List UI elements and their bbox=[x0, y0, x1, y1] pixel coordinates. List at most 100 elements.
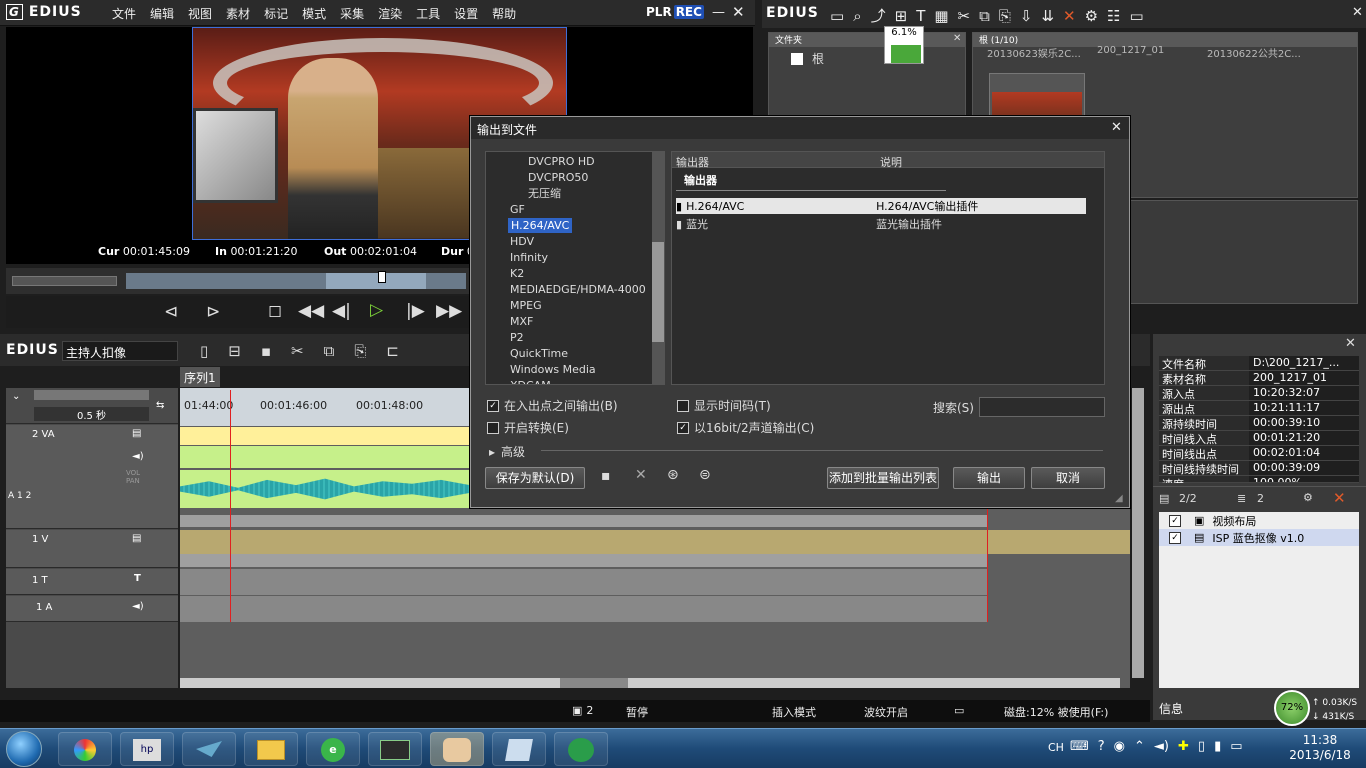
taskbar-explorer[interactable] bbox=[244, 732, 298, 766]
import-preset-icon[interactable]: ⊛ bbox=[667, 467, 679, 483]
rewind-icon[interactable]: ◀◀ bbox=[298, 301, 324, 321]
speaker-icon[interactable]: ◄) bbox=[132, 451, 144, 462]
expand-icon[interactable]: ⌄ bbox=[12, 391, 20, 402]
prev-frame-icon[interactable]: ◀| bbox=[332, 301, 351, 321]
search-icon[interactable]: ⌕ bbox=[853, 7, 861, 25]
clip-2va-audio-band[interactable] bbox=[180, 446, 470, 468]
status-screen-icon[interactable]: ▭ bbox=[954, 704, 964, 717]
insert-icon[interactable]: ⇊ bbox=[1041, 7, 1054, 25]
taskbar-notes[interactable] bbox=[492, 732, 546, 766]
lane-1a[interactable] bbox=[180, 596, 988, 622]
col-description[interactable]: 说明 bbox=[880, 154, 902, 170]
tree-item-selected[interactable]: H.264/AVC bbox=[508, 218, 573, 233]
tree-item[interactable]: DVCPRO50 bbox=[486, 170, 654, 186]
taskbar-hp[interactable]: hp bbox=[120, 732, 174, 766]
sync-icon[interactable]: ⇆ bbox=[156, 400, 164, 411]
delete-icon[interactable]: ✕ bbox=[1063, 7, 1076, 25]
bin-menu-icon[interactable]: ▭ bbox=[1130, 7, 1144, 25]
tree-item[interactable]: MEDIAEDGE/HDMA-4000 bbox=[486, 282, 654, 298]
tray-app-icon[interactable]: ◉ bbox=[1114, 739, 1125, 754]
add-batch-button[interactable]: 添加到批量输出列表 bbox=[827, 467, 939, 489]
horizontal-scrollbar[interactable] bbox=[180, 678, 1120, 688]
menu-help[interactable]: 帮助 bbox=[492, 5, 516, 22]
exporter-row-bluray[interactable]: ▮ 蓝光 蓝光输出插件 bbox=[676, 216, 1086, 232]
tree-item[interactable]: XDCAM bbox=[486, 378, 654, 384]
status-ripple[interactable]: 波纹开启 bbox=[864, 704, 908, 720]
folder-root[interactable]: 根 bbox=[791, 50, 824, 67]
tray-expand-icon[interactable]: ⌃ bbox=[1134, 739, 1145, 754]
speaker-icon[interactable]: ◄) bbox=[132, 601, 144, 612]
ime-indicator[interactable]: CH bbox=[1048, 741, 1064, 754]
col-exporter[interactable]: 输出器 bbox=[676, 154, 709, 170]
properties-icon[interactable]: ⚙ bbox=[1085, 7, 1098, 25]
tree-item[interactable]: MXF bbox=[486, 314, 654, 330]
export-button[interactable]: 输出 bbox=[953, 467, 1025, 489]
track-1t[interactable]: 1 T T bbox=[6, 569, 178, 595]
info-close-icon[interactable]: ✕ bbox=[1345, 336, 1356, 351]
next-frame-icon[interactable]: |▶ bbox=[406, 301, 425, 321]
security-icon[interactable]: ✚ bbox=[1178, 739, 1189, 754]
set-in-icon[interactable]: ⊲ bbox=[164, 302, 178, 322]
color-bar-icon[interactable]: ▦ bbox=[934, 7, 948, 25]
tree-item[interactable]: Infinity bbox=[486, 250, 654, 266]
close-icon[interactable]: ✕ bbox=[732, 3, 745, 21]
taskbar-app-1[interactable] bbox=[58, 732, 112, 766]
paste-icon[interactable]: ⎘ bbox=[354, 342, 366, 360]
volume-icon[interactable]: ◄) bbox=[1154, 739, 1169, 754]
timeline-cursor[interactable] bbox=[230, 390, 231, 622]
set-out-icon[interactable]: ⊳ bbox=[206, 302, 220, 322]
taskbar-edius[interactable] bbox=[368, 732, 422, 766]
fast-forward-icon[interactable]: ▶▶ bbox=[436, 301, 462, 321]
menu-settings[interactable]: 设置 bbox=[454, 5, 478, 22]
tree-item[interactable]: MPEG bbox=[486, 298, 654, 314]
menu-file[interactable]: 文件 bbox=[112, 5, 136, 22]
clip-2va-waveform[interactable] bbox=[180, 470, 470, 508]
vertical-scrollbar[interactable] bbox=[1132, 388, 1144, 678]
menu-view[interactable]: 视图 bbox=[188, 5, 212, 22]
help-icon[interactable]: ? bbox=[1098, 739, 1105, 754]
mode-icon[interactable]: ⊏ bbox=[386, 342, 399, 360]
tree-item[interactable]: K2 bbox=[486, 266, 654, 282]
tree-item[interactable]: HDV bbox=[486, 234, 654, 250]
usb-icon[interactable]: ▯ bbox=[1198, 739, 1205, 754]
export-preset-icon[interactable]: ⊜ bbox=[699, 467, 711, 483]
advanced-toggle[interactable]: ▸ 高级 bbox=[489, 443, 525, 460]
folder-close-icon[interactable]: ✕ bbox=[953, 33, 961, 44]
taskbar-network[interactable] bbox=[554, 732, 608, 766]
shuttle-slider[interactable] bbox=[12, 276, 117, 286]
track-1a[interactable]: 1 A ◄) bbox=[6, 596, 178, 622]
menu-clip[interactable]: 素材 bbox=[226, 5, 250, 22]
zoom-slider[interactable] bbox=[34, 390, 149, 400]
clip-label-1[interactable]: 20130623娱乐2C... bbox=[987, 45, 1081, 60]
opt-convert[interactable]: 开启转换(E) bbox=[487, 419, 569, 436]
battery-icon[interactable]: ▭ bbox=[1230, 739, 1242, 754]
opt-inout[interactable]: ✓ 在入出点之间输出(B) bbox=[487, 397, 618, 414]
copy-icon[interactable]: ⧉ bbox=[979, 7, 990, 25]
menu-mode[interactable]: 模式 bbox=[302, 5, 326, 22]
add-clip-icon[interactable]: ⊞ bbox=[895, 7, 908, 25]
cut-icon[interactable]: ✂ bbox=[958, 7, 971, 25]
clip-2va-video[interactable] bbox=[180, 427, 470, 445]
exporter-row-h264[interactable]: ▮ H.264/AVC H.264/AVC输出插件 bbox=[676, 198, 1086, 214]
new-sequence-icon[interactable]: ▯ bbox=[200, 342, 208, 360]
video-track-icon[interactable]: ▤ bbox=[132, 533, 141, 544]
zoom-level[interactable]: 0.5 秒 bbox=[34, 407, 149, 422]
tree-item[interactable]: DVCPRO HD bbox=[486, 154, 654, 170]
up-icon[interactable]: ⤴ bbox=[871, 5, 886, 26]
opt-16bit[interactable]: ✓ 以16bit/2声道输出(C) bbox=[677, 419, 814, 436]
tree-scrollbar[interactable] bbox=[652, 152, 664, 384]
bin-close-icon[interactable]: ✕ bbox=[1352, 5, 1363, 20]
tree-item[interactable]: GF bbox=[486, 202, 654, 218]
tree-item[interactable]: 无压缩 bbox=[486, 186, 654, 202]
search-input[interactable] bbox=[979, 397, 1105, 417]
tree-item[interactable]: QuickTime bbox=[486, 346, 654, 362]
effect-settings-icon[interactable]: ⚙ bbox=[1303, 491, 1313, 504]
open-icon[interactable]: ⊟ bbox=[228, 342, 241, 360]
menu-edit[interactable]: 编辑 bbox=[150, 5, 174, 22]
opt-timecode[interactable]: 显示时间码(T) bbox=[677, 397, 771, 414]
start-button[interactable] bbox=[6, 731, 42, 767]
clip-label-2[interactable]: 200_1217_01 bbox=[1097, 45, 1164, 56]
menu-marker[interactable]: 标记 bbox=[264, 5, 288, 22]
video-track-icon[interactable]: ▤ bbox=[132, 428, 141, 439]
cancel-button[interactable]: 取消 bbox=[1031, 467, 1105, 489]
